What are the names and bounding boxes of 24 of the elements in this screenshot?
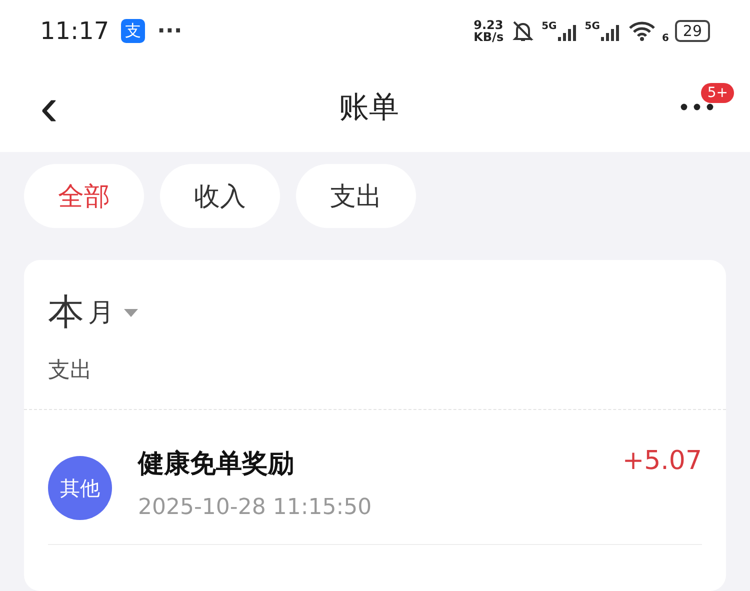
page-title: 账单 (338, 88, 399, 126)
summary-label: 支出 (48, 357, 93, 385)
transaction-amount: +5.07 (622, 446, 702, 478)
filter-tab[interactable]: 支出 (296, 164, 416, 228)
back-button[interactable]: ‹ (34, 80, 64, 134)
status-time: 11:17 (40, 17, 110, 45)
more-notifications: ··· (157, 18, 182, 44)
wifi-icon (628, 20, 656, 42)
network-type: 5G (542, 21, 557, 32)
network-type: 5G (584, 21, 600, 32)
filter-tab[interactable]: 全部 (24, 164, 144, 228)
battery-level: 29 (674, 20, 710, 42)
transaction-time: 2025-10-28 11:15:50 (138, 495, 373, 520)
wifi-label: 6 (662, 33, 669, 44)
network-speed: 9.23 KB/s (474, 19, 504, 43)
period-label[interactable]: 本 (48, 288, 84, 337)
notification-badge: 5+ (701, 83, 734, 103)
dropdown-caret-icon[interactable] (124, 308, 138, 316)
transaction-title[interactable]: 健康免单奖励 (138, 446, 596, 481)
more-icon (680, 103, 714, 111)
app-icon: 支 (121, 19, 146, 43)
period-unit[interactable]: 月 (88, 295, 114, 330)
category-icon: 其他 (48, 456, 112, 520)
filter-tab[interactable]: 收入 (160, 164, 280, 228)
